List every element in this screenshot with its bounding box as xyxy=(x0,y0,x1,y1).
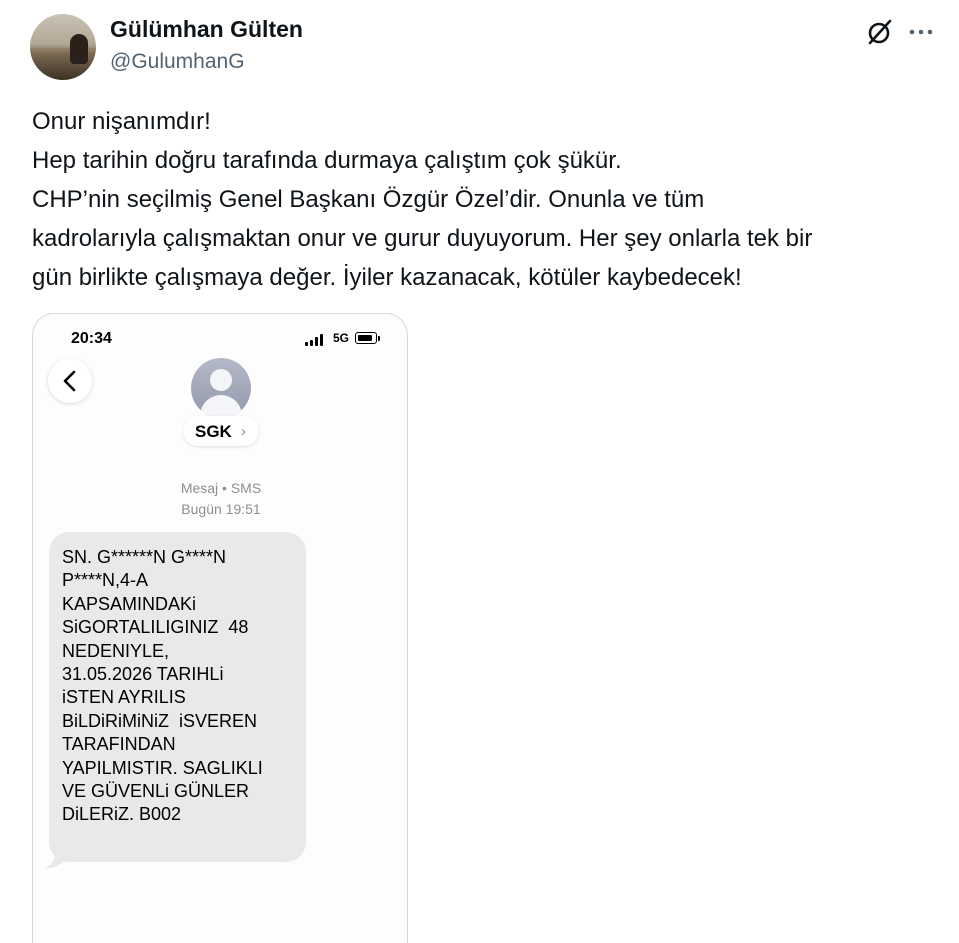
message-line: KAPSAMINDAKi xyxy=(62,593,197,614)
message-line: VE GÜVENLi GÜNLER xyxy=(62,781,250,802)
message-line: P****N,4-A xyxy=(62,570,149,591)
battery-icon xyxy=(355,332,377,344)
message-line: YAPILMISTIR. SAGLIKLI xyxy=(62,757,263,778)
message-line: DiLERiZ. B002 xyxy=(62,804,182,825)
message-line: NEDENIYLE, xyxy=(62,640,170,661)
message-line: iSTEN AYRILIS xyxy=(62,687,186,708)
message-type: Mesaj • SMS xyxy=(180,480,262,496)
contact-name: SGK xyxy=(195,422,232,441)
post-text-line: kadrolarıyla çalışmaktan onur ve gurur d… xyxy=(32,225,813,252)
chevron-right-icon: › xyxy=(241,423,246,440)
person-icon xyxy=(210,369,232,391)
author-handle[interactable]: @GulumhanG xyxy=(110,50,245,74)
post-text: Onur nişanımdır! Hep tarihin doğru taraf… xyxy=(32,102,947,297)
author-display-name[interactable]: Gülümhan Gülten xyxy=(110,16,303,43)
message-line: SN. G******N G****N xyxy=(62,547,227,567)
message-line: BiLDiRiMiNiZ iSVEREN xyxy=(62,710,258,731)
post-header: Gülümhan Gülten @GulumhanG xyxy=(30,14,940,80)
status-bar-time: 20:34 xyxy=(71,330,112,347)
message-line: TARAFINDAN xyxy=(62,734,176,755)
post-text-line: Hep tarihin doğru tarafında durmaya çalı… xyxy=(32,147,622,174)
signal-icon xyxy=(305,342,308,346)
post-text-line: gün birlikte çalışmaya değer. İyiler kaz… xyxy=(32,264,742,291)
sms-message-bubble[interactable]: SN. G******N G****N P****N,4-A KAPSAMIND… xyxy=(49,532,306,862)
back-button[interactable] xyxy=(48,359,92,403)
contact-name-button[interactable]: SGK › xyxy=(183,416,259,446)
contact-avatar[interactable] xyxy=(191,358,251,418)
status-bar-icons: 5G xyxy=(305,331,385,346)
message-line: 31.05.2026 TARIHLi xyxy=(62,664,224,685)
post-text-line: Onur nişanımdır! xyxy=(32,108,211,135)
more-icon[interactable] xyxy=(906,18,936,46)
message-date: Bugün 19:51 xyxy=(181,501,261,517)
grok-icon[interactable] xyxy=(866,18,894,46)
post-text-line: CHP’nin seçilmiş Genel Başkanı Özgür Öze… xyxy=(32,186,705,213)
message-line: SiGORTALILIGINIZ 48 xyxy=(62,617,249,638)
chevron-left-icon xyxy=(63,370,76,392)
author-avatar[interactable] xyxy=(30,14,96,80)
attached-screenshot[interactable]: 20:34 5G SGK › Mesaj • SMS Bugün 19:51 S… xyxy=(32,313,408,943)
network-label: 5G xyxy=(333,331,350,345)
